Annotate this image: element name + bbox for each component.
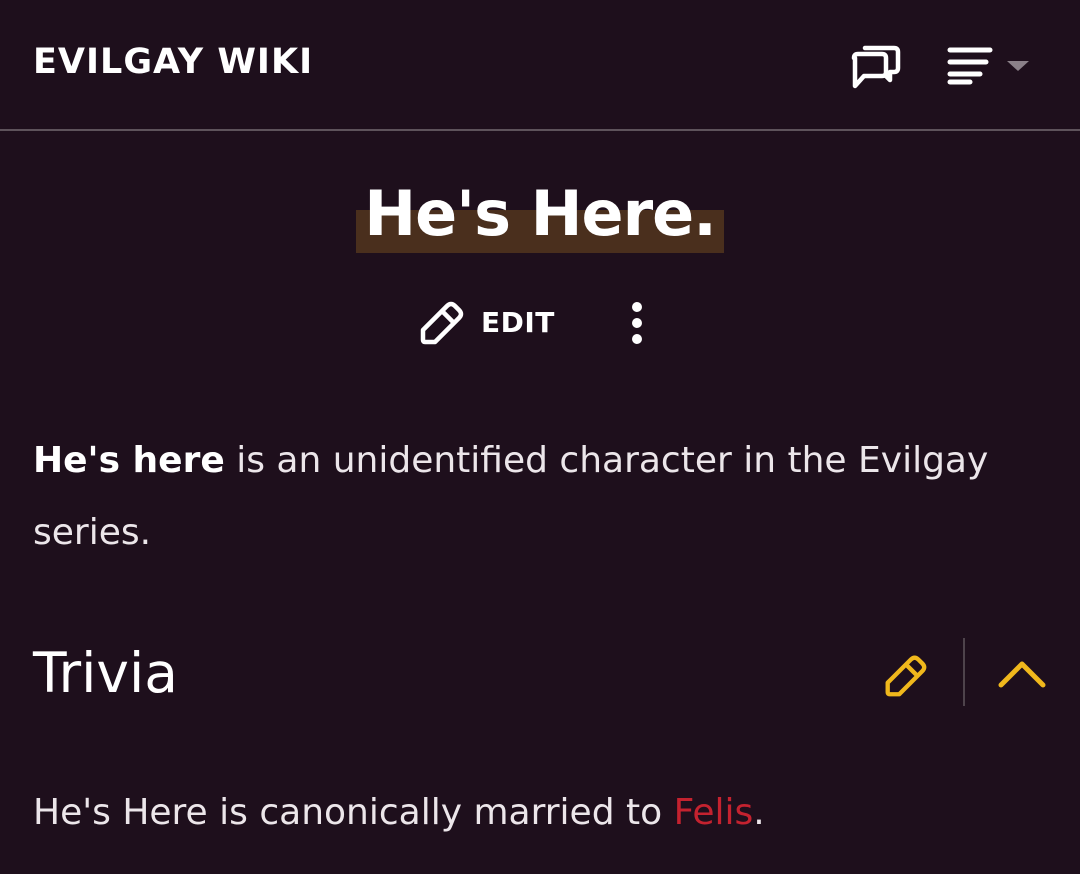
site-title[interactable]: EVILGAY WIKI <box>33 42 313 82</box>
menu-icon <box>947 47 993 85</box>
page-title-wrapper: He's Here. <box>0 175 1080 253</box>
pencil-icon <box>885 655 927 697</box>
main-menu-button[interactable] <box>946 44 1036 88</box>
discussion-button[interactable] <box>850 42 902 92</box>
felis-link[interactable]: Felis <box>674 792 754 833</box>
site-header: EVILGAY WIKI <box>0 0 1080 131</box>
section-heading-trivia[interactable]: Trivia <box>33 640 178 706</box>
collapse-section-button[interactable] <box>996 655 1048 691</box>
trivia-text-before: He's Here is canonically married to <box>33 792 674 833</box>
pencil-icon <box>420 301 464 345</box>
intro-bold-term: He's here <box>33 440 225 481</box>
trivia-text-after: . <box>753 792 765 833</box>
edit-section-button[interactable] <box>880 650 930 700</box>
more-actions-button[interactable] <box>625 299 649 347</box>
trivia-item: He's Here is canonically married to Feli… <box>33 788 765 838</box>
chevron-up-icon <box>998 661 1046 688</box>
page-title: He's Here. <box>356 175 724 253</box>
caret-down-icon <box>1007 61 1029 71</box>
section-actions-divider <box>963 638 965 706</box>
intro-paragraph: He's here is an unidentified character i… <box>33 425 1048 569</box>
edit-page-button[interactable]: EDIT <box>415 296 555 348</box>
more-vertical-icon <box>632 302 642 344</box>
discussion-icon <box>851 45 901 89</box>
page-actions: EDIT <box>415 296 642 348</box>
edit-label: EDIT <box>481 305 555 339</box>
